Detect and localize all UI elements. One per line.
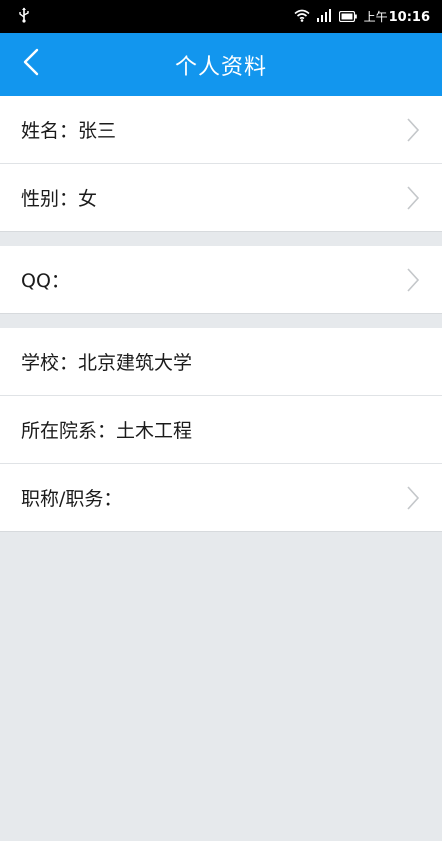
chevron-right-icon — [406, 185, 420, 211]
status-time: 10:16 — [388, 10, 430, 25]
section-divider — [0, 232, 442, 246]
app-header: 个人资料 — [0, 33, 442, 96]
chevron-right-icon — [406, 267, 420, 293]
chevron-right-icon — [406, 485, 420, 511]
row-name[interactable]: 姓名：张三 — [0, 96, 442, 164]
row-department-label: 所在院系：土木工程 — [21, 420, 193, 442]
chevron-right-icon — [406, 117, 420, 143]
row-title-label: 职称/职务： — [21, 488, 123, 510]
status-clock: 上午 10:16 — [364, 8, 430, 25]
row-department: 所在院系：土木工程 — [0, 396, 442, 464]
row-qq[interactable]: QQ： — [0, 246, 442, 314]
profile-group-basic: 姓名：张三 性别：女 — [0, 96, 442, 232]
row-school-label: 学校：北京建筑大学 — [21, 352, 193, 374]
status-right: 上午 10:16 — [294, 7, 430, 26]
row-qq-label: QQ： — [21, 270, 70, 292]
profile-group-contact: QQ： — [0, 246, 442, 314]
back-chevron-icon — [23, 48, 39, 80]
row-school: 学校：北京建筑大学 — [0, 328, 442, 396]
status-bar: 上午 10:16 — [0, 0, 442, 33]
status-left — [18, 7, 30, 27]
row-gender-label: 性别：女 — [21, 188, 98, 210]
signal-icon — [316, 7, 332, 26]
row-name-label: 姓名：张三 — [21, 120, 117, 142]
page-title: 个人资料 — [174, 54, 267, 80]
back-button[interactable] — [14, 47, 48, 81]
section-divider — [0, 314, 442, 328]
row-gender[interactable]: 性别：女 — [0, 164, 442, 232]
profile-group-school: 学校：北京建筑大学 所在院系：土木工程 职称/职务： — [0, 328, 442, 532]
battery-icon — [338, 7, 357, 26]
row-title[interactable]: 职称/职务： — [0, 464, 442, 532]
status-ampm: 上午 — [363, 10, 388, 24]
wifi-icon — [294, 7, 310, 26]
usb-icon — [18, 7, 30, 27]
